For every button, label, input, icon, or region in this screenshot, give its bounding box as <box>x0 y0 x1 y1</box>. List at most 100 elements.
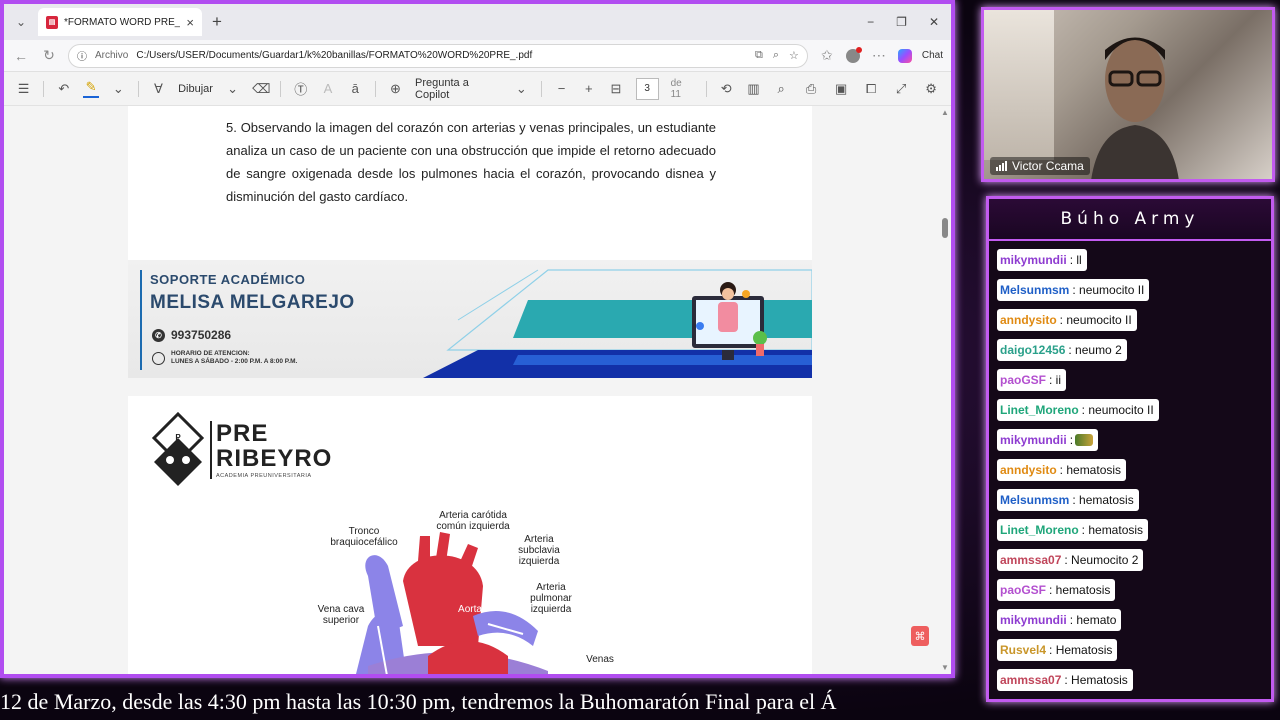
highlight-dropdown-icon[interactable]: ⌄ <box>111 81 126 97</box>
logo-wordmark: PRE RIBEYRO ACADEMIA PREUNIVERSITARIA <box>210 421 332 479</box>
chat-username[interactable]: paoGSF <box>1000 583 1046 597</box>
scroll-up-icon[interactable]: ▲ <box>941 108 949 117</box>
chat-username[interactable]: paoGSF <box>1000 373 1046 387</box>
chat-message-row: Linet_Moreno: hematosis <box>997 519 1267 549</box>
window-controls: − ❐ ✕ <box>867 15 939 29</box>
new-tab-icon[interactable]: + <box>212 12 222 32</box>
label-tronco: Tronco braquiocefálico <box>330 526 398 548</box>
text-box-icon[interactable]: Ⓣ <box>293 79 308 98</box>
chat-username[interactable]: Melsunmsm <box>1000 493 1069 507</box>
chat-username[interactable]: Linet_Moreno <box>1000 403 1079 417</box>
chat-username[interactable]: daigo12456 <box>1000 343 1065 357</box>
fullscreen-icon[interactable]: ⤢ <box>893 81 909 97</box>
chat-message-row: mikymundii: ll <box>997 249 1267 279</box>
chat-username[interactable]: Linet_Moreno <box>1000 523 1079 537</box>
rotate-icon[interactable]: ⟲ <box>719 81 734 97</box>
chat-message: ammssa07: Neumocito 2 <box>997 549 1144 571</box>
tab-pdf[interactable]: ▤ *FORMATO WORD PRE_.pdf × <box>38 8 202 36</box>
url-scheme-label: Archivo <box>95 50 129 61</box>
ticker-text: s 12 de Marzo, desde las 4:30 pm hasta l… <box>0 689 837 714</box>
webcam-background <box>984 10 1054 160</box>
chat-username[interactable]: mikymundii <box>1000 253 1067 267</box>
chat-username[interactable]: mikymundii <box>1000 433 1067 447</box>
chat-username[interactable]: ammssa07 <box>1000 673 1061 687</box>
pdf-viewer[interactable]: 5. Observando la imagen del corazón con … <box>4 106 951 674</box>
contents-icon[interactable]: ☰ <box>16 81 31 97</box>
text-style-icon[interactable]: A <box>320 81 335 96</box>
save-as-icon[interactable]: ⧠ <box>863 81 879 97</box>
highlight-icon[interactable]: ✎ <box>83 79 99 98</box>
print-icon[interactable]: ⎙ <box>803 81 819 97</box>
close-tab-icon[interactable]: × <box>186 15 194 30</box>
search-icon[interactable]: ⌕ <box>773 81 789 97</box>
settings-gear-icon[interactable]: ⚙ <box>923 81 939 97</box>
restore-icon[interactable]: ❐ <box>896 15 907 29</box>
chat-message-row: anndysito: hematosis <box>997 459 1267 489</box>
zoom-icon[interactable]: ⌕ <box>773 49 779 62</box>
logo-line-2: RIBEYRO <box>216 445 333 472</box>
chat-username[interactable]: ammssa07 <box>1000 553 1061 567</box>
chat-username[interactable]: anndysito <box>1000 463 1057 477</box>
tab-bar: ⌄ ▤ *FORMATO WORD PRE_.pdf × + − ❐ ✕ <box>4 4 951 40</box>
copilot-chat-label[interactable]: Chat <box>922 50 943 61</box>
toolbar-divider <box>374 80 376 97</box>
owl-logo-icon: P <box>151 412 205 486</box>
minimize-icon[interactable]: − <box>867 15 874 29</box>
close-window-icon[interactable]: ✕ <box>929 15 939 29</box>
chat-message-row: ammssa07: Neumocito 2 <box>997 549 1267 579</box>
fit-page-icon[interactable]: ⊟ <box>608 81 623 97</box>
scrollbar[interactable]: ▲ ▼ <box>939 106 951 674</box>
chat-message: daigo12456: neumo 2 <box>997 339 1127 361</box>
presenter-illustration <box>692 282 767 360</box>
support-banner: SOPORTE ACADÉMICO MELISA MELGAREJO ✆ 993… <box>128 260 812 378</box>
chat-message-row: paoGSF: hematosis <box>997 579 1267 609</box>
banner-accent <box>140 270 142 370</box>
chat-message-row: daigo12456: neumo 2 <box>997 339 1267 369</box>
tab-list-icon[interactable]: ⌄ <box>10 11 32 33</box>
profile-avatar[interactable] <box>845 46 862 63</box>
zoom-in-icon[interactable]: + <box>581 81 596 96</box>
clock-icon <box>152 351 165 365</box>
read-aloud-icon[interactable]: ā <box>348 81 363 96</box>
eraser-icon[interactable]: ⌫ <box>252 81 270 97</box>
save-icon[interactable]: ▣ <box>833 81 849 97</box>
chat-message: paoGSF: ii <box>997 369 1067 391</box>
draw-label[interactable]: Dibujar <box>178 83 213 95</box>
draw-icon[interactable]: ∀ <box>151 81 166 97</box>
chat-username[interactable]: anndysito <box>1000 313 1057 327</box>
url-text[interactable]: C:/Users/USER/Documents/Guardar1/k%20ban… <box>136 50 747 61</box>
favorites-icon[interactable]: ✩ <box>818 47 836 64</box>
chat-username[interactable]: mikymundii <box>1000 613 1067 627</box>
more-menu-icon[interactable]: ⋯ <box>870 47 888 64</box>
chat-username[interactable]: Rusvel4 <box>1000 643 1046 657</box>
scroll-down-icon[interactable]: ▼ <box>941 663 949 672</box>
url-field[interactable]: ⓘ Archivo C:/Users/USER/Documents/Guarda… <box>68 43 808 68</box>
acrobat-icon[interactable]: ⌘ <box>911 626 929 646</box>
toolbar-divider <box>280 80 282 97</box>
news-ticker: s 12 de Marzo, desde las 4:30 pm hasta l… <box>0 684 955 720</box>
chat-text: : neumocito II <box>1081 403 1154 417</box>
back-icon[interactable]: ← <box>12 48 30 64</box>
copilot-dropdown-icon[interactable]: ⌄ <box>514 81 529 97</box>
refresh-icon[interactable]: ↻ <box>40 47 58 64</box>
copilot-ask-icon[interactable]: ⊕ <box>388 81 403 97</box>
zoom-out-icon[interactable]: − <box>554 81 569 96</box>
page-number-input[interactable]: 3 <box>635 77 659 100</box>
logo-subtitle: ACADEMIA PREUNIVERSITARIA <box>216 473 312 479</box>
copilot-ask-label[interactable]: Pregunta a Copilot <box>415 77 502 101</box>
favorite-star-icon[interactable]: ☆ <box>789 49 799 62</box>
chat-username[interactable]: Melsunmsm <box>1000 283 1069 297</box>
stream-overlay: ⌄ ▤ *FORMATO WORD PRE_.pdf × + − ❐ ✕ ← ↻… <box>0 0 1280 720</box>
app-available-icon[interactable]: ⧉ <box>755 49 763 62</box>
question-text: 5. Observando la imagen del corazón con … <box>226 120 716 204</box>
chat-message-row: Linet_Moreno: neumocito II <box>997 399 1267 429</box>
draw-dropdown-icon[interactable]: ⌄ <box>225 81 240 97</box>
scrollbar-thumb[interactable] <box>942 218 948 238</box>
academy-logo: P PRE RIBEYRO ACADEMIA PREUNIVERSITARIA <box>150 412 332 488</box>
page-view-icon[interactable]: ▥ <box>746 81 761 97</box>
chat-text: : hematosis <box>1049 583 1111 597</box>
label-aorta: Aorta <box>458 604 482 615</box>
chat-text: : hematosis <box>1081 523 1144 537</box>
copilot-icon[interactable] <box>897 48 912 63</box>
undo-icon[interactable]: ↶ <box>56 81 71 97</box>
